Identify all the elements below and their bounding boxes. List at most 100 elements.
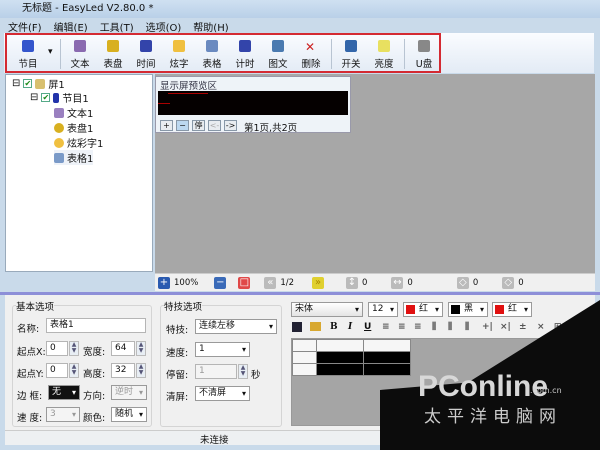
height-label: 高度: [83,369,106,380]
stay-spinner[interactable]: ▲ ▼ [238,364,248,379]
tree-item-colortext[interactable]: 炫彩字1 [54,135,103,150]
delete-row-icon[interactable]: × [537,322,545,332]
checkbox[interactable]: ✔ [41,93,51,102]
toolbar-button-text[interactable]: 文本 [64,35,97,73]
preview-zoom-in-button[interactable]: + [160,120,173,131]
font-size-select[interactable]: 12 [368,302,398,317]
save-icon[interactable] [292,322,302,332]
table-cell[interactable] [363,363,411,376]
clear-select[interactable]: 不清屏 [195,386,250,401]
toolbar-button-brightness[interactable]: 亮度 [368,35,401,73]
color-label: 颜色: [83,413,106,424]
preview-next-button[interactable]: -> [224,120,237,131]
effect-speed-select[interactable]: 1 [195,342,250,357]
tree-program[interactable]: ⊟ ✔ 节目1 [30,90,89,105]
text-icon [54,107,64,118]
preview-prev-button[interactable]: <- [208,120,221,131]
width-spinner[interactable]: ▲ ▼ [136,341,146,356]
width-input[interactable]: 64 [111,341,135,356]
toolbar-button-usb[interactable]: U盘 [408,35,441,73]
resize-horizontal-icon[interactable]: ◇ [502,276,515,289]
zoom-out-icon[interactable]: − [214,276,227,289]
open-folder-icon[interactable] [310,322,321,331]
toolbar-button-image-text[interactable]: 图文 [262,35,295,73]
underline-button[interactable]: U [364,322,371,332]
align-right-icon[interactable]: ≡ [414,322,422,332]
menu-options[interactable]: 选项(O) [146,19,182,34]
y-input[interactable]: 0 [46,363,68,378]
next-page-icon[interactable]: » [312,276,324,289]
x-input[interactable]: 0 [46,341,68,356]
menu-edit[interactable]: 编辑(E) [54,19,88,34]
toolbar-button-program[interactable]: 节目 [8,35,48,73]
background-color-select[interactable]: 黑 [448,302,488,317]
clear-label: 清屏: [166,392,189,403]
toolbar-button-power[interactable]: 开关 [335,35,368,73]
border-color-select[interactable]: 红 [492,302,532,317]
y-spinner[interactable]: ▲ ▼ [69,363,79,378]
menu-help[interactable]: 帮助(H) [193,19,228,34]
smiley-icon [54,137,64,148]
effect-select[interactable]: 连续左移 [195,319,277,334]
height-input[interactable]: 32 [111,363,135,378]
italic-button[interactable]: I [348,322,352,332]
tree-screen[interactable]: ⊟ ✔ 屏1 [12,76,65,91]
y-label: 起点Y: [17,369,44,380]
resize-vertical-icon[interactable]: ◇ [456,276,469,289]
program-tree[interactable]: ⊟ ✔ 屏1 ⊟ ✔ 节目1 文本1 表盘1 炫彩字1 表格1 [5,74,153,272]
stop-icon[interactable]: □ [238,276,251,289]
table-cell[interactable] [316,363,364,376]
delete-column-icon[interactable]: ×| [500,322,511,332]
program-dropdown-icon[interactable]: ▾ [48,47,53,57]
valign-top-icon[interactable]: ⫼ [432,322,436,332]
watermark-subtitle: 太平洋电脑网 [424,407,562,427]
move-horizontal-icon[interactable]: ↔ [391,276,404,289]
toolbar-button-clock[interactable]: 表盘 [97,35,130,73]
prev-page-icon[interactable]: « [264,276,277,289]
font-select[interactable]: 宋体 [291,302,363,317]
tree-item-clock[interactable]: 表盘1 [54,120,93,135]
checkbox[interactable]: ✔ [23,79,33,88]
name-input[interactable]: 表格1 [46,318,146,333]
preview-stop-button[interactable]: 停 [192,120,205,131]
stay-input[interactable]: 1 [195,364,237,379]
menu-bar: 文件(F) 编辑(E) 工具(T) 选项(O) 帮助(H) [4,19,229,34]
clock-icon [107,40,120,52]
preview-zoom-out-button[interactable]: − [176,120,189,131]
x-spinner[interactable]: ▲ ▼ [69,341,79,356]
color-select[interactable]: 随机 [111,407,147,422]
table-cell[interactable] [292,363,317,376]
height-spinner[interactable]: ▲ ▼ [136,363,146,378]
border-select[interactable]: 无 [48,385,80,400]
stay-unit: 秒 [251,370,261,381]
tree-label: 屏1 [48,80,65,91]
width-label: 宽度: [83,347,106,358]
move-vertical-icon[interactable]: ↕ [346,276,358,289]
valign-middle-icon[interactable]: ⫼ [448,322,452,332]
text-color-select[interactable]: 红 [403,302,443,317]
toolbar-label: 表盘 [103,59,123,70]
toolbar-button-timer[interactable]: 计时 [229,35,262,73]
tree-item-text[interactable]: 文本1 [54,105,93,120]
direction-select[interactable]: 逆时 [111,385,147,400]
toolbar-button-delete[interactable]: ✕ 删除 [295,35,328,73]
align-left-icon[interactable]: ≡ [382,322,390,332]
basic-options-title: 基本选项 [16,299,55,313]
speed-select[interactable]: 3 [46,407,80,422]
toolbar-button-smiley[interactable]: 炫字 [163,35,196,73]
preview-panel: 显示屏预览区 + − 停 <- -> 第1页,共2页 [155,76,351,134]
insert-column-icon[interactable]: +| [482,322,493,332]
color-swatch [495,305,504,314]
color-name: 红 [419,304,429,314]
menu-tools[interactable]: 工具(T) [100,19,134,34]
toolbar-button-time[interactable]: 时间 [130,35,163,73]
align-center-icon[interactable]: ≡ [398,322,406,332]
tree-item-table[interactable]: 表格1 [54,150,94,165]
toolbar-button-table[interactable]: 表格 [196,35,229,73]
zoom-in-icon[interactable]: + [158,276,170,289]
bold-button[interactable]: B [330,322,338,332]
insert-row-icon[interactable]: ± [519,322,527,332]
valign-bottom-icon[interactable]: ⫼ [465,322,469,332]
menu-file[interactable]: 文件(F) [8,19,42,34]
timer-icon [239,40,252,52]
